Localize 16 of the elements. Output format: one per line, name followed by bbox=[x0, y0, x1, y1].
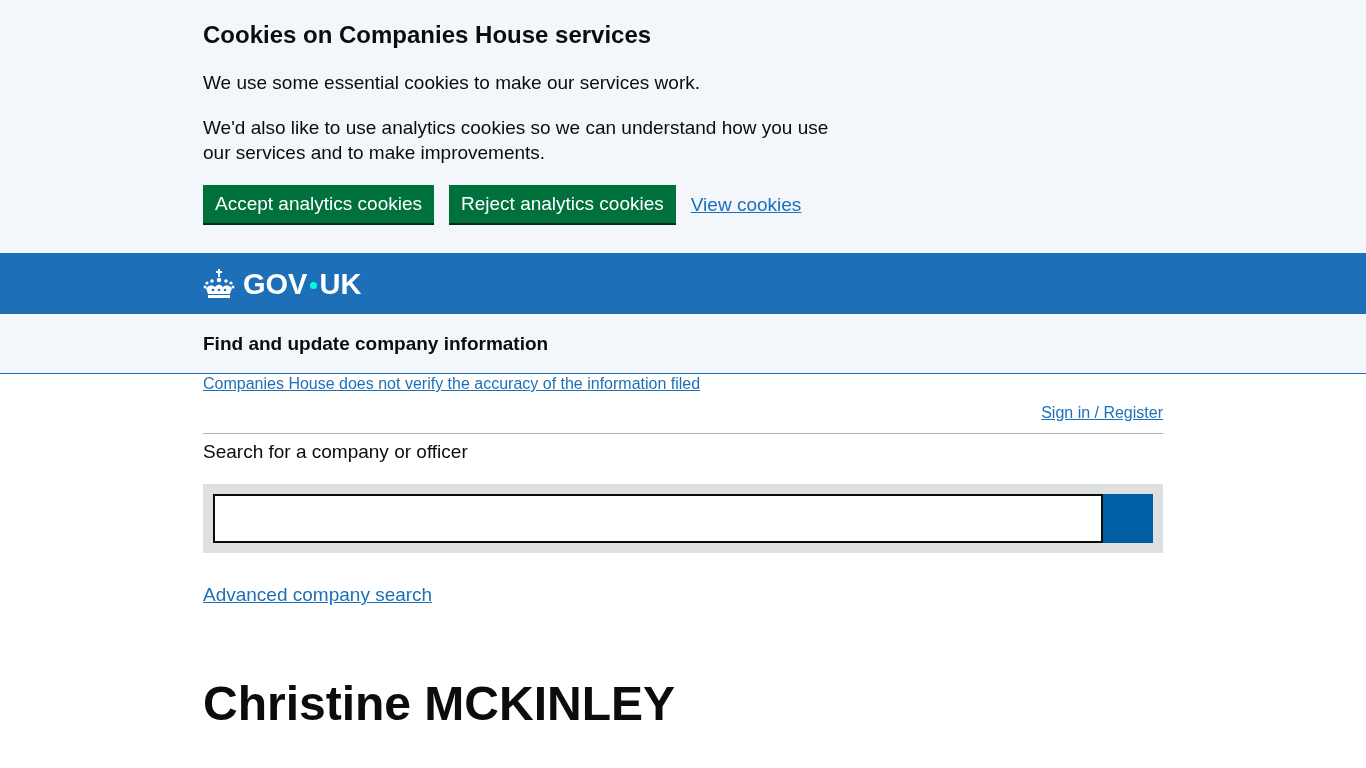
search-label: Search for a company or officer bbox=[203, 440, 469, 464]
dot-icon bbox=[310, 282, 318, 289]
cookie-button[interactable]: Accept analytics cookies bbox=[203, 185, 434, 223]
page-heading: Christine MCKINLEY bbox=[203, 676, 677, 732]
sign-in-link[interactable]: Sign in / Register bbox=[1041, 403, 1163, 423]
search-field[interactable] bbox=[213, 494, 1103, 543]
notice-link[interactable]: Companies House does not verify the accuracy of the information filed bbox=[203, 374, 701, 394]
crown-icon bbox=[203, 268, 235, 299]
advanced-search-link[interactable]: Advanced company search bbox=[203, 582, 433, 607]
cookie-banner-text: We'd also like to use analytics cookies so we can understand how you use our services and to make improvements. bbox=[203, 116, 830, 165]
govuk-logo-link[interactable]: GOV UK bbox=[203, 268, 362, 299]
cookie-banner-text: We use some essential cookies to make our services work. bbox=[203, 71, 701, 95]
view-cookies-link[interactable]: View cookies bbox=[690, 191, 802, 217]
cookie-banner-heading: Cookies on Companies House services bbox=[203, 20, 653, 50]
cookie-button[interactable]: Reject analytics cookies bbox=[449, 185, 676, 223]
service-name: Find and update company information bbox=[203, 332, 549, 356]
